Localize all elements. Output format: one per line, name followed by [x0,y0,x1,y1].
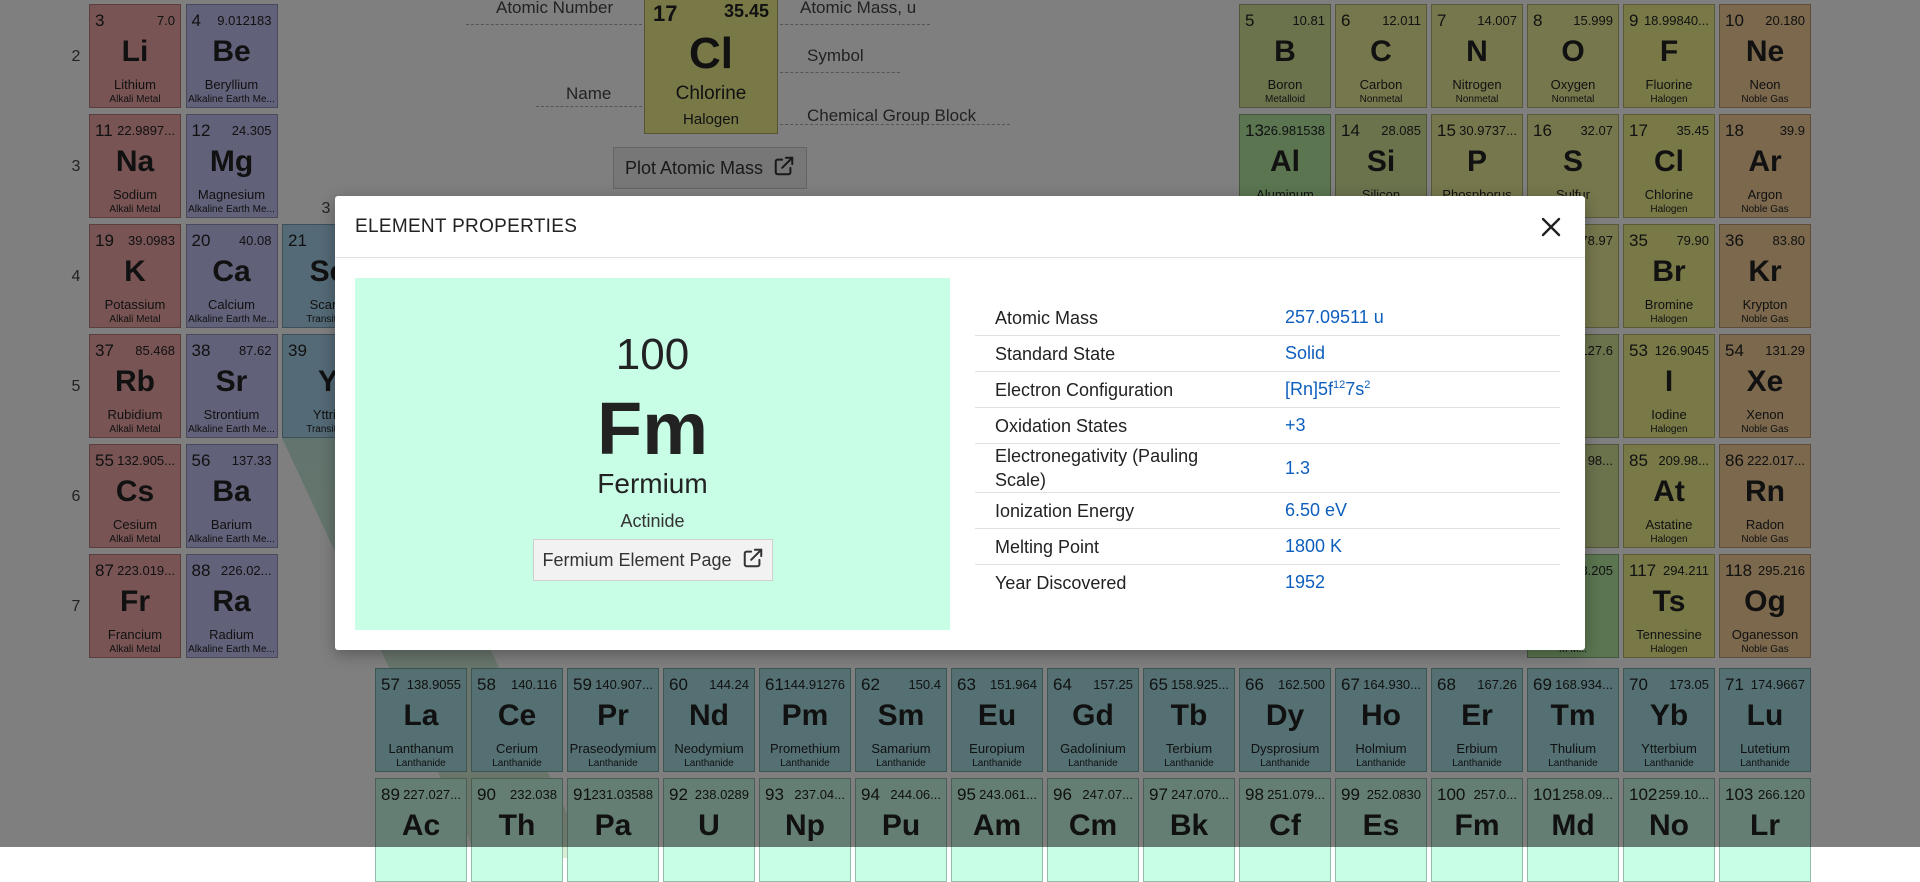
property-value: 1.3 [1265,443,1560,493]
close-icon[interactable] [1537,213,1565,241]
property-value: 1952 [1285,572,1326,592]
table-row: Ionization Energy 6.50 eV [975,492,1560,529]
card-symbol: Fm [597,387,708,470]
element-properties-modal: ELEMENT PROPERTIES 100 Fm Fermium Actini… [335,196,1585,650]
property-value: 6.50 eV [1265,492,1560,529]
modal-title: ELEMENT PROPERTIES [355,215,578,237]
element-page-button[interactable]: Fermium Element Page [533,539,773,581]
card-name: Fermium [597,468,708,499]
property-value: Solid [1265,335,1560,372]
config-superscript: 2 [1364,379,1371,391]
property-label: Electronegativity (Pauling Scale) [975,443,1265,493]
table-row: Electron Configuration [Rn]5f127s2 [975,371,1560,408]
property-value: 257.09511 u [1265,300,1560,336]
property-label: Ionization Energy [975,492,1265,529]
property-label: Standard State [975,335,1265,372]
table-row: Atomic Mass 257.09511 u [975,300,1560,336]
property-value: +3 [1265,407,1560,444]
card-atomic-number: 100 [615,330,690,379]
element-card: 100 Fm Fermium Actinide Fermium Element … [355,278,950,630]
property-label: Melting Point [975,528,1265,565]
config-mid: 7s [1345,379,1365,399]
modal-header: ELEMENT PROPERTIES [335,196,1585,258]
config-base: [Rn]5f [1285,379,1334,399]
table-row: Year Discovered 1952 [975,565,1560,601]
property-label: Oxidation States [975,407,1265,444]
property-label: Year Discovered [995,572,1127,593]
external-link-icon [742,547,764,574]
config-superscript: 12 [1333,379,1346,391]
property-label: Atomic Mass [975,300,1265,336]
table-row: Oxidation States +3 [975,407,1560,444]
property-label: Electron Configuration [975,371,1265,408]
table-row: Standard State Solid [975,335,1560,372]
table-row: Melting Point 1800 K [975,528,1560,565]
electron-configuration-value: [Rn]5f127s2 [1265,371,1560,408]
card-category: Actinide [620,511,685,531]
properties-table: Atomic Mass 257.09511 u Standard State S… [975,300,1560,600]
table-row: Electronegativity (Pauling Scale) 1.3 [975,443,1560,493]
element-page-button-label: Fermium Element Page [542,549,732,570]
property-value: 1800 K [1265,528,1560,565]
